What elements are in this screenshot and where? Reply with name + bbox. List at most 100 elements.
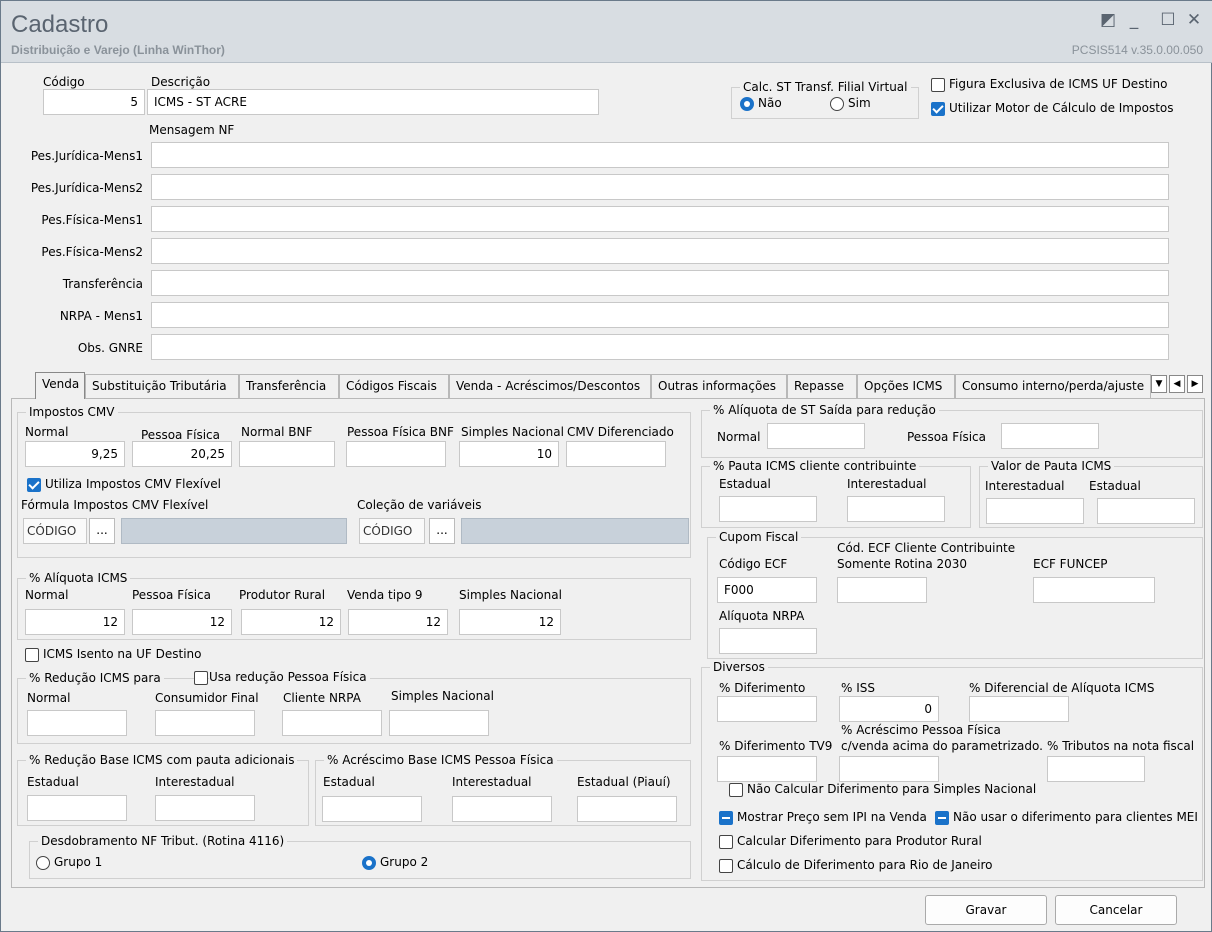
cod-ecf-cliente-input[interactable] [837, 577, 927, 603]
tab-codigos-fiscais[interactable]: Códigos Fiscais [339, 374, 449, 398]
utiliza-flexivel-label: Utiliza Impostos CMV Flexível [45, 477, 221, 491]
tab-venda[interactable]: Venda [35, 372, 85, 399]
pauta-interestadual-input[interactable] [847, 496, 945, 522]
utiliza-flexivel-checkbox[interactable] [27, 478, 41, 492]
acrescimo-piaui-label: Estadual (Piauí) [577, 775, 671, 789]
pauta-contribuinte-title: % Pauta ICMS cliente contribuinte [710, 459, 920, 473]
red-normal-input[interactable] [27, 710, 127, 736]
aliq-pessoa-fisica-input[interactable]: 12 [132, 609, 232, 635]
cancelar-button[interactable]: Cancelar [1055, 895, 1177, 925]
codigo-label: Código [43, 75, 85, 89]
tab-consumo-interno[interactable]: Consumo interno/perda/ajuste [955, 374, 1151, 398]
tab-substituicao-tributaria[interactable]: Substituição Tributária [85, 374, 239, 398]
restore-icon[interactable]: ◩ [1097, 9, 1119, 31]
colecao-search-button[interactable]: ... [429, 518, 455, 544]
figura-exclusiva-checkbox[interactable] [931, 78, 945, 92]
iss-input[interactable]: 0 [839, 696, 939, 722]
descricao-label: Descrição [151, 75, 211, 89]
formula-search-button[interactable]: ... [89, 518, 115, 544]
st-pessoa-fisica-input[interactable] [1001, 423, 1099, 449]
reducao-base-interestadual-input[interactable] [155, 795, 255, 821]
red-consumidor-final-input[interactable] [155, 710, 255, 736]
acrescimo-piaui-input[interactable] [577, 796, 677, 822]
cmv-pf-bnf-input[interactable] [346, 441, 446, 467]
nao-usar-diferimento-label: Não usar o diferimento para clientes MEI [953, 810, 1198, 824]
usa-reducao-pf-checkbox[interactable] [194, 671, 208, 685]
cmv-pessoa-fisica-input[interactable]: 20,25 [132, 441, 232, 467]
aliq-simples-label: Simples Nacional [459, 588, 562, 602]
tab-repasse[interactable]: Repasse [787, 374, 857, 398]
cmv-normal-bnf-input[interactable] [239, 441, 335, 467]
colecao-codigo-input[interactable]: CÓDIGO [359, 518, 425, 544]
codigo-ecf-input[interactable]: F000 [717, 577, 817, 603]
calc-st-nao-radio[interactable] [740, 97, 754, 111]
tab-scroll-left-icon[interactable]: ◀ [1169, 375, 1185, 393]
aliquota-nrpa-label: Alíquota NRPA [719, 609, 805, 623]
acrescimo-interestadual-input[interactable] [452, 796, 552, 822]
msg-input-gnre[interactable] [151, 334, 1169, 360]
msg-input-pf2[interactable] [151, 238, 1169, 264]
tab-venda-acrescimos[interactable]: Venda - Acréscimos/Descontos [449, 374, 651, 398]
tab-opcoes-icms[interactable]: Opções ICMS [857, 374, 955, 398]
valor-pauta-title: Valor de Pauta ICMS [988, 459, 1115, 473]
aliq-venda-tipo9-input[interactable]: 12 [348, 609, 448, 635]
codigo-input[interactable]: 5 [43, 89, 145, 115]
gravar-button[interactable]: Gravar [925, 895, 1047, 925]
valor-pauta-interestadual-input[interactable] [986, 498, 1084, 524]
diversos-title: Diversos [710, 660, 768, 674]
msg-input-nrpa[interactable] [151, 302, 1169, 328]
grupo2-radio[interactable] [362, 856, 376, 870]
aliq-venda-tipo9-label: Venda tipo 9 [347, 588, 423, 602]
grupo2-label: Grupo 2 [380, 855, 429, 869]
aliq-produtor-rural-input[interactable]: 12 [241, 609, 341, 635]
msg-input-transferencia[interactable] [151, 270, 1169, 296]
cmv-diferenciado-input[interactable] [566, 441, 666, 467]
descricao-input[interactable]: ICMS - ST ACRE [147, 89, 599, 115]
aliq-simples-input[interactable]: 12 [459, 609, 561, 635]
acrescimo-pf-input[interactable] [839, 756, 939, 782]
figura-exclusiva-label: Figura Exclusiva de ICMS UF Destino [949, 77, 1168, 91]
msg-input-pj2[interactable] [151, 174, 1169, 200]
tab-transferencia[interactable]: Transferência [239, 374, 339, 398]
calc-st-sim-radio[interactable] [830, 97, 844, 111]
msg-label-transferencia: Transferência [62, 277, 143, 291]
nao-usar-diferimento-checkbox[interactable] [935, 811, 949, 825]
diferimento-tv9-input[interactable] [717, 756, 817, 782]
msg-input-pj1[interactable] [151, 142, 1169, 168]
acrescimo-estadual-input[interactable] [322, 796, 422, 822]
grupo1-radio[interactable] [36, 856, 50, 870]
minimize-button[interactable]: _ [1123, 9, 1145, 31]
pauta-estadual-input[interactable] [719, 496, 817, 522]
msg-input-pf1[interactable] [151, 206, 1169, 232]
diferencial-input[interactable] [969, 696, 1069, 722]
red-cliente-nrpa-input[interactable] [282, 710, 382, 736]
diferimento-input[interactable] [717, 696, 817, 722]
st-normal-input[interactable] [767, 423, 865, 449]
tab-outras-informacoes[interactable]: Outras informações [651, 374, 787, 398]
calculo-rio-checkbox[interactable] [719, 859, 733, 873]
tab-scroll-right-icon[interactable]: ▶ [1187, 375, 1203, 393]
mostrar-preco-checkbox[interactable] [719, 811, 733, 825]
nao-calcular-checkbox[interactable] [729, 783, 743, 797]
icms-isento-checkbox[interactable] [25, 648, 39, 662]
diferencial-label: % Diferencial de Alíquota ICMS [969, 681, 1155, 695]
valor-pauta-interestadual-label: Interestadual [985, 479, 1065, 493]
red-simples-input[interactable] [389, 710, 489, 736]
aliq-normal-input[interactable]: 12 [25, 609, 125, 635]
valor-pauta-estadual-input[interactable] [1097, 498, 1195, 524]
tributos-input[interactable] [1047, 756, 1145, 782]
motor-calculo-checkbox[interactable] [931, 102, 945, 116]
calc-st-group: Calc. ST Transf. Filial Virtual Não Sim [731, 80, 919, 119]
reducao-base-estadual-input[interactable] [27, 795, 127, 821]
cmv-simples-input[interactable]: 10 [459, 441, 559, 467]
calcular-produtor-checkbox[interactable] [719, 835, 733, 849]
formula-codigo-input[interactable]: CÓDIGO [23, 518, 87, 544]
close-button[interactable]: ✕ [1183, 9, 1205, 31]
aliquota-nrpa-input[interactable] [719, 628, 817, 654]
ecf-funcep-input[interactable] [1033, 577, 1155, 603]
cmv-normal-input[interactable]: 9,25 [25, 441, 125, 467]
reducao-base-title: % Redução Base ICMS com pauta adicionais [26, 753, 298, 767]
tab-dropdown-icon[interactable]: ▼ [1151, 375, 1167, 393]
title-bar: Cadastro Distribuição e Varejo (Linha Wi… [1, 1, 1212, 63]
maximize-button[interactable]: ☐ [1157, 9, 1179, 31]
